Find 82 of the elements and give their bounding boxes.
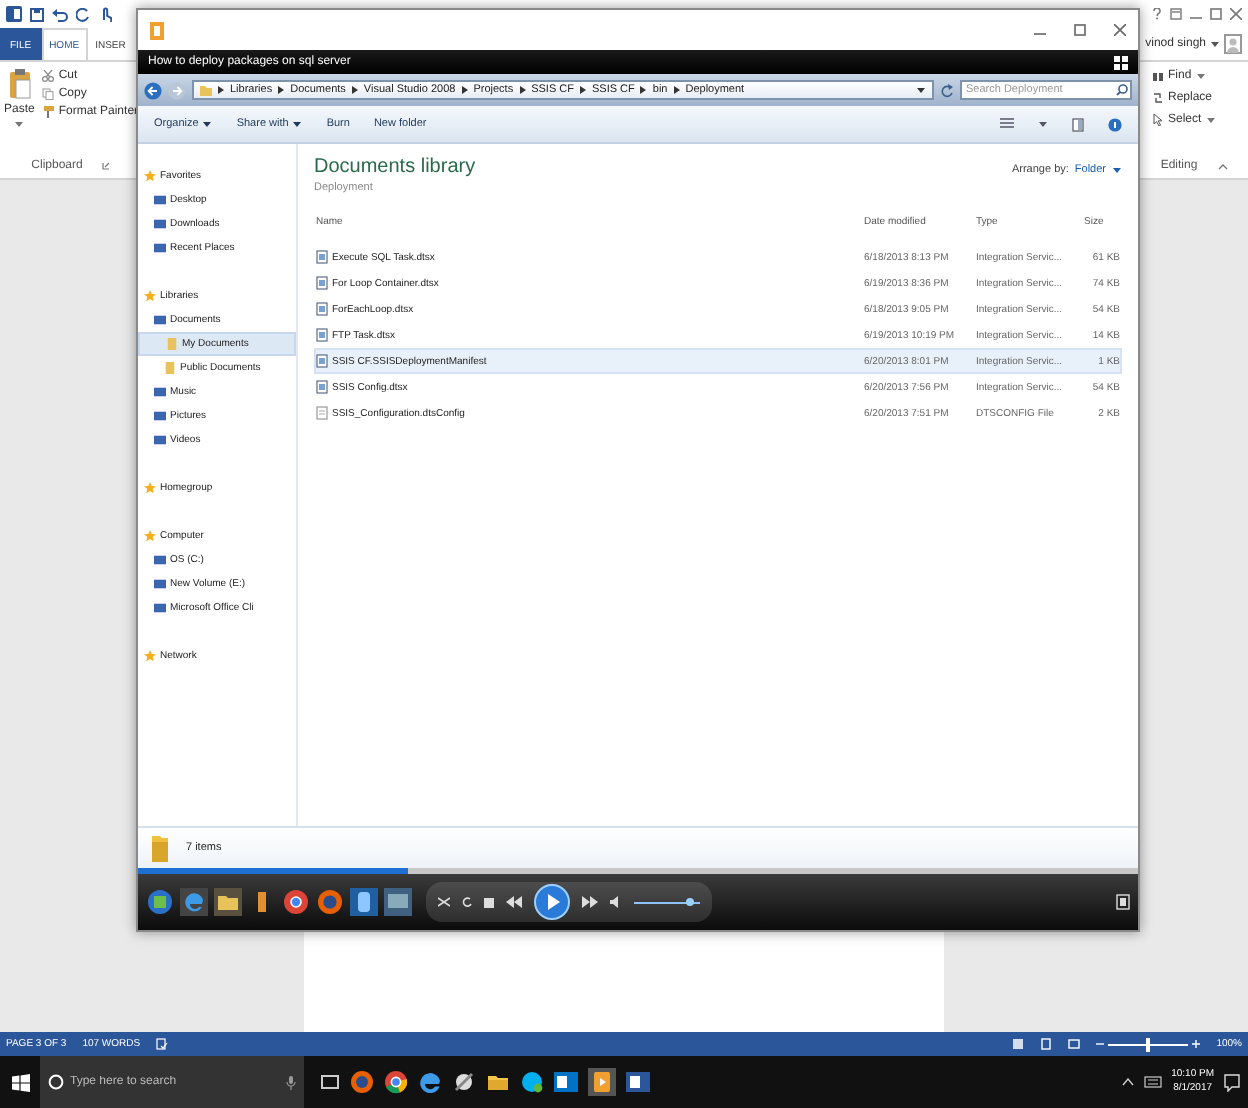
- start-icon[interactable]: [11, 1073, 29, 1091]
- screen-icon[interactable]: [384, 888, 412, 916]
- avatar-icon: [1224, 34, 1242, 54]
- search-icon[interactable]: [1116, 84, 1128, 96]
- scissors-icon: [42, 70, 55, 82]
- caret-icon: [916, 86, 926, 94]
- close-icon[interactable]: [1230, 8, 1242, 20]
- chevron-right-icon: [519, 86, 526, 94]
- progress-bar[interactable]: [138, 868, 1138, 874]
- undo-icon[interactable]: [52, 7, 68, 21]
- touch-icon[interactable]: [98, 6, 112, 22]
- speaker-icon[interactable]: [610, 896, 622, 908]
- cortana-icon: [48, 1074, 64, 1090]
- word-logo-icon[interactable]: [6, 6, 22, 22]
- chevron-right-icon: [579, 86, 586, 94]
- mail-app-icon[interactable]: [554, 1070, 578, 1094]
- switch-mode-icon[interactable]: [1116, 894, 1130, 910]
- chevron-right-icon: [351, 86, 358, 94]
- close-icon[interactable]: [1114, 24, 1126, 36]
- help-icon[interactable]: [1108, 117, 1122, 131]
- caret-icon: [1205, 116, 1216, 124]
- maximize-icon[interactable]: [1210, 8, 1222, 20]
- replace-icon: [1152, 92, 1164, 104]
- paste-icon[interactable]: [7, 68, 32, 100]
- help-icon[interactable]: [1152, 8, 1162, 20]
- repeat-icon[interactable]: [462, 896, 472, 908]
- shuffle-icon[interactable]: [438, 896, 450, 908]
- caret-icon: [1112, 166, 1122, 174]
- chevron-right-icon: [278, 86, 285, 94]
- stop-icon[interactable]: [484, 897, 494, 907]
- browser-icon[interactable]: [418, 1070, 442, 1094]
- refresh-icon[interactable]: [940, 83, 954, 97]
- folder-icon: [150, 832, 170, 864]
- collapse-ribbon-icon[interactable]: [1217, 162, 1228, 170]
- caret-icon: [292, 120, 303, 128]
- chevron-up-icon[interactable]: [1121, 1078, 1134, 1086]
- caret-icon: [1195, 72, 1206, 80]
- app-icon: [150, 21, 164, 39]
- redo-icon[interactable]: [76, 7, 90, 21]
- print-layout-icon[interactable]: [1040, 1038, 1053, 1050]
- copy-icon: [42, 88, 55, 100]
- view-icon[interactable]: [1000, 118, 1014, 130]
- proofing-icon: [156, 1038, 169, 1050]
- keyboard-icon[interactable]: [1143, 1076, 1162, 1088]
- caret-icon: [14, 120, 25, 128]
- back-icon[interactable]: [144, 81, 162, 99]
- microphone-icon[interactable]: [286, 1076, 296, 1090]
- play-icon[interactable]: [534, 884, 570, 920]
- folder-icon: [200, 85, 212, 95]
- notification-icon[interactable]: [1224, 1073, 1240, 1091]
- browser-icon[interactable]: [282, 888, 310, 916]
- web-layout-icon[interactable]: [1068, 1038, 1081, 1050]
- caret-icon: [202, 120, 213, 128]
- caret-icon: [1038, 120, 1048, 128]
- dialog-launcher-icon[interactable]: [102, 162, 111, 170]
- zoom-out-icon[interactable]: [1096, 1040, 1105, 1048]
- task-view-icon[interactable]: [320, 1072, 340, 1092]
- save-icon[interactable]: [30, 7, 44, 21]
- chevron-right-icon: [673, 86, 680, 94]
- brush-icon: [42, 106, 55, 118]
- browser-icon[interactable]: [384, 1070, 408, 1094]
- ribbon-options-icon[interactable]: [1170, 8, 1182, 20]
- chevron-right-icon: [461, 86, 468, 94]
- document-app-icon[interactable]: [626, 1070, 650, 1094]
- caret-icon: [1210, 40, 1220, 48]
- start-icon[interactable]: [146, 888, 174, 916]
- chevron-right-icon: [640, 86, 647, 94]
- binoculars-icon: [1152, 70, 1164, 82]
- zoom-in-icon[interactable]: [1192, 1040, 1201, 1048]
- maximize-icon[interactable]: [1074, 24, 1086, 36]
- preview-pane-icon[interactable]: [1072, 117, 1084, 131]
- rewind-icon[interactable]: [506, 896, 522, 908]
- read-mode-icon[interactable]: [1012, 1038, 1025, 1050]
- library-title: Documents library: [314, 156, 476, 178]
- cursor-icon: [1152, 114, 1164, 126]
- zoom-slider-handle[interactable]: [1146, 1037, 1151, 1051]
- file-icon: [316, 406, 328, 420]
- fast-forward-icon[interactable]: [582, 896, 598, 908]
- grid-icon[interactable]: [1114, 55, 1128, 69]
- volume-slider-handle[interactable]: [686, 898, 694, 906]
- chevron-right-icon: [218, 86, 224, 94]
- folder-icon[interactable]: [486, 1070, 510, 1094]
